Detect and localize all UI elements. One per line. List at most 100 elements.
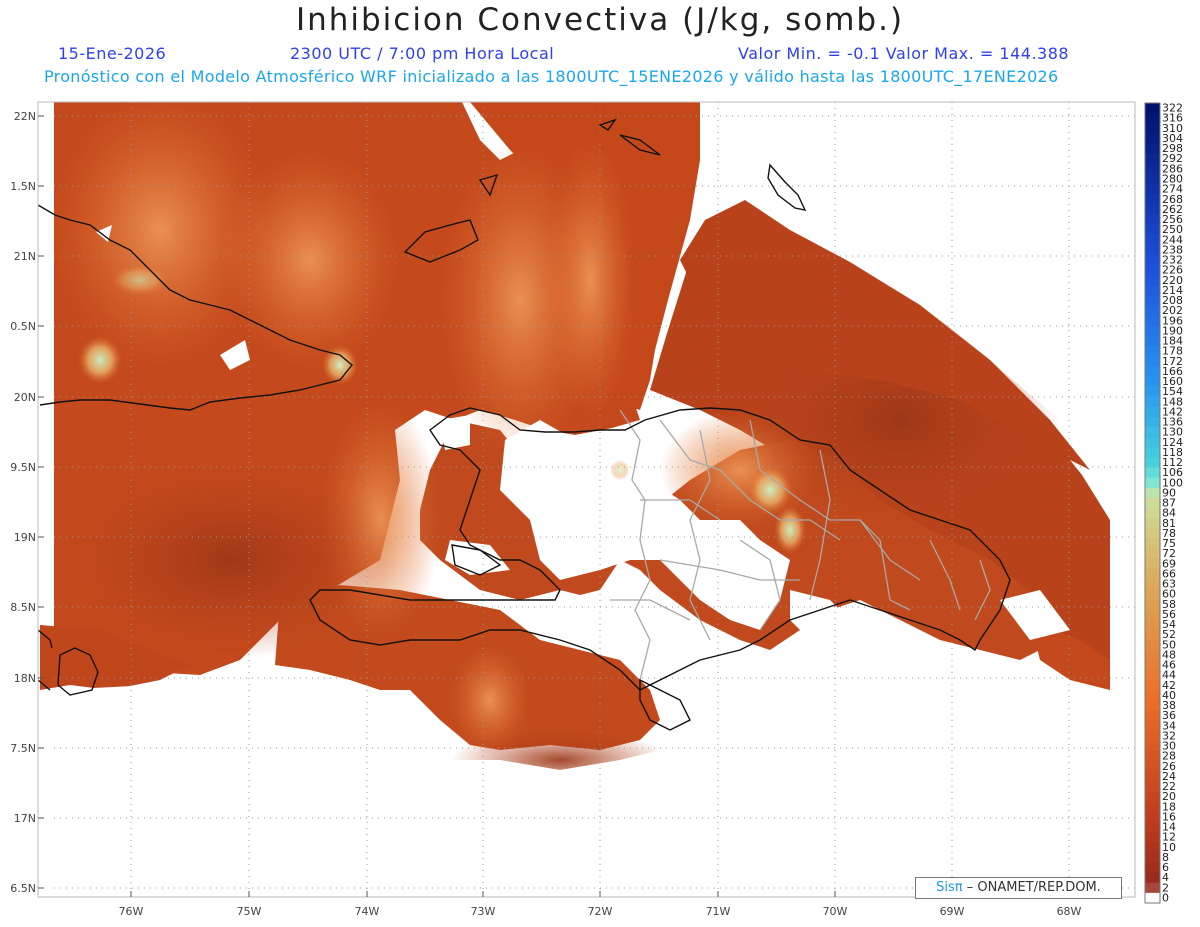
colorbar-swatch — [1145, 335, 1160, 347]
colorbar-swatch — [1145, 649, 1160, 661]
colorbar-swatch — [1145, 366, 1160, 377]
colorbar-swatch — [1145, 609, 1160, 620]
colorbar-swatch — [1145, 801, 1160, 813]
colorbar-swatch — [1145, 599, 1160, 610]
lat-label: 22N — [14, 110, 36, 123]
colorbar-swatch — [1145, 214, 1160, 225]
colorbar-swatch — [1145, 832, 1160, 843]
colorbar-swatch — [1145, 234, 1160, 246]
colorbar-swatch — [1145, 295, 1160, 306]
lon-label: 72W — [588, 905, 613, 918]
lon-label: 74W — [355, 905, 380, 918]
colorbar: 3223163103042982922862802742682622562502… — [1144, 102, 1183, 904]
lon-label: 73W — [471, 905, 496, 918]
colorbar-swatch — [1145, 751, 1160, 762]
lat-label: 8.5N — [10, 601, 36, 614]
colorbar-swatch — [1145, 629, 1160, 641]
colorbar-swatch — [1145, 518, 1160, 529]
blank-tortuga-channel — [440, 415, 470, 450]
colorbar-swatch — [1145, 386, 1160, 398]
colorbar-swatch — [1145, 143, 1160, 155]
colorbar-swatch — [1145, 842, 1160, 853]
colorbar-swatch — [1145, 265, 1160, 276]
lat-label: 19N — [14, 531, 36, 544]
lat-label: 7.5N — [10, 742, 36, 755]
colorbar-swatch — [1145, 558, 1160, 570]
colorbar-swatch — [1145, 508, 1160, 519]
colorbar-swatch — [1145, 173, 1160, 185]
colorbar-swatch — [1145, 163, 1160, 175]
colorbar-swatch — [1145, 184, 1160, 195]
colorbar-swatch — [1145, 619, 1160, 630]
colorbar-swatch — [1145, 325, 1160, 337]
lat-label: 0.5N — [10, 320, 36, 333]
colorbar-swatch — [1145, 538, 1160, 549]
colorbar-swatch — [1145, 852, 1160, 863]
credit-brand: Sisπ — [936, 880, 963, 895]
colorbar-swatch — [1145, 467, 1160, 479]
colorbar-swatch — [1145, 153, 1160, 165]
colorbar-swatch — [1145, 396, 1160, 408]
credit-box: Sisπ – ONAMET/REP.DOM. — [915, 877, 1122, 899]
colorbar-swatch — [1145, 659, 1160, 671]
colorbar-swatch — [1145, 487, 1160, 499]
colorbar-swatch — [1145, 254, 1160, 266]
colorbar-swatch — [1145, 123, 1160, 134]
colorbar-swatch — [1145, 315, 1160, 327]
colorbar-swatch — [1145, 457, 1160, 468]
colorbar-swatch — [1145, 204, 1160, 215]
colorbar-swatch — [1145, 194, 1160, 205]
colorbar-swatch — [1145, 771, 1160, 782]
colorbar-swatch — [1145, 447, 1160, 458]
colorbar-swatch — [1145, 113, 1160, 124]
colorbar-swatch — [1145, 346, 1160, 357]
colorbar-swatch — [1145, 103, 1160, 114]
colorbar-swatch — [1145, 639, 1160, 651]
colorbar-swatch — [1145, 700, 1160, 711]
colorbar-swatch — [1145, 427, 1160, 438]
lon-label: 69W — [940, 905, 965, 918]
lat-label: 18N — [14, 672, 36, 685]
colorbar-swatch — [1145, 740, 1160, 752]
map-canvas: 22N 1.5N 21N 0.5N 20N 9.5N 19N 8.5N 18N … — [10, 101, 1183, 918]
colorbar-swatch — [1145, 690, 1160, 701]
lat-label: 6.5N — [10, 882, 36, 895]
colorbar-swatch — [1145, 416, 1160, 428]
colorbar-swatch — [1145, 791, 1160, 803]
colorbar-swatch — [1145, 548, 1160, 560]
colorbar-swatch — [1145, 680, 1160, 691]
lat-label: 17N — [14, 812, 36, 825]
lon-label: 71W — [706, 905, 731, 918]
credit-text: – ONAMET/REP.DOM. — [966, 880, 1101, 895]
longitude-labels: 76W 75W 74W 73W 72W 71W 70W 69W 68W — [119, 905, 1082, 918]
colorbar-swatch — [1145, 730, 1160, 742]
colorbar-swatch — [1145, 882, 1160, 894]
lon-label: 76W — [119, 905, 144, 918]
colorbar-swatch — [1145, 356, 1160, 367]
colorbar-swatch — [1145, 305, 1160, 317]
colorbar-swatch — [1145, 528, 1160, 539]
colorbar-swatch — [1145, 578, 1160, 590]
colorbar-swatch — [1145, 821, 1160, 833]
colorbar-swatch — [1145, 285, 1160, 296]
colorbar-swatch — [1145, 862, 1160, 874]
colorbar-swatch — [1145, 781, 1160, 793]
colorbar-swatch — [1145, 811, 1160, 823]
colorbar-swatch — [1145, 892, 1160, 904]
colorbar-swatch — [1145, 244, 1160, 256]
colorbar-swatch — [1145, 437, 1160, 448]
inhibition-field — [40, 102, 1110, 897]
colorbar-swatch — [1145, 376, 1160, 387]
colorbar-swatch — [1145, 872, 1160, 884]
colorbar-swatch — [1145, 275, 1160, 286]
lon-label: 75W — [237, 905, 262, 918]
colorbar-swatch — [1145, 720, 1160, 732]
latitude-labels: 22N 1.5N 21N 0.5N 20N 9.5N 19N 8.5N 18N … — [10, 110, 36, 895]
lat-label: 20N — [14, 391, 36, 404]
lat-label: 21N — [14, 250, 36, 263]
colorbar-swatch — [1145, 710, 1160, 722]
colorbar-swatch — [1145, 477, 1160, 489]
colorbar-swatch — [1145, 568, 1160, 580]
lat-label: 1.5N — [10, 180, 36, 193]
colorbar-swatch — [1145, 224, 1160, 236]
